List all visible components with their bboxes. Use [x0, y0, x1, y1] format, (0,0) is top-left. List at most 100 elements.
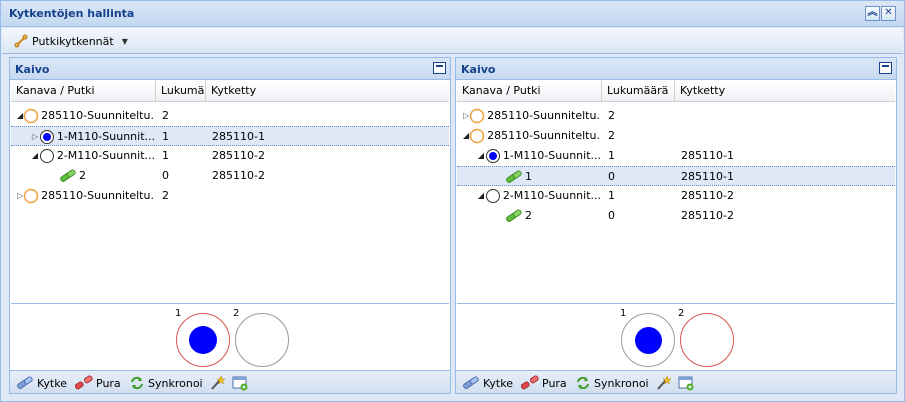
tree-row[interactable]: ▷ 285110-Suunniteltu... 2 — [457, 106, 895, 126]
column-header-count[interactable]: Lukumäärä — [602, 80, 675, 102]
row-name: 1 — [525, 170, 532, 183]
right-panel: Kaivo Kanava / Putki Lukumäärä Kytketty … — [455, 57, 897, 394]
connect-button[interactable]: Kytke — [16, 375, 67, 391]
collapse-icon[interactable]: ︽ — [865, 6, 880, 21]
tree-row[interactable]: ▷ 1-M110-Suunnit... 1 285110-1 — [11, 126, 449, 146]
cable-connector-icon — [506, 170, 522, 183]
row-name: 285110-Suunniteltu... — [487, 129, 601, 142]
right-pipe-preview: 1 2 — [457, 303, 895, 371]
left-panel: Kaivo Kanava / Putki Lukumäärä Kytketty … — [9, 57, 451, 394]
row-connected: 285110-2 — [681, 189, 734, 202]
left-tree-rows: ◢ 285110-Suunniteltu... 2 ▷ 1-M110-Suunn… — [11, 102, 449, 300]
connect-label: Kytke — [37, 376, 67, 390]
expand-open-icon[interactable]: ◢ — [31, 146, 39, 166]
tree-row[interactable]: 1 0 285110-1 — [457, 166, 895, 186]
sync-button[interactable]: Synkronoi — [575, 375, 649, 391]
dropdown-arrow-icon: ▼ — [121, 36, 128, 46]
row-connected: 285110-2 — [681, 209, 734, 222]
column-header-connected[interactable]: Kytketty — [206, 80, 449, 102]
row-count: 1 — [608, 149, 615, 162]
sync-button[interactable]: Synkronoi — [129, 375, 203, 391]
add-window-button[interactable] — [678, 375, 697, 391]
pipe-connection-icon — [14, 34, 28, 48]
disconnect-button[interactable]: Pura — [75, 375, 121, 391]
column-header-count[interactable]: Lukumäärä — [156, 80, 206, 102]
pipe-circle-selected[interactable] — [621, 313, 675, 367]
row-connected: 285110-1 — [681, 170, 734, 183]
pipe-connections-label: Putkikytkennät — [32, 34, 114, 48]
tree-row[interactable]: ◢ 285110-Suunniteltu... 2 — [11, 106, 449, 126]
row-name: 2 — [79, 169, 86, 182]
row-count: 0 — [608, 170, 615, 183]
pipe-selected-icon — [39, 130, 54, 144]
left-panel-header: Kaivo — [10, 58, 450, 80]
circle-label: 1 — [175, 308, 182, 319]
expand-open-icon[interactable]: ◢ — [477, 146, 485, 166]
add-window-icon — [232, 376, 248, 391]
close-icon[interactable]: ✕ — [881, 6, 896, 21]
pipe-circle[interactable] — [235, 313, 289, 367]
cable-connector-icon — [506, 209, 522, 222]
expand-open-icon[interactable]: ◢ — [477, 186, 485, 206]
pipe-circle-selected[interactable] — [176, 313, 230, 367]
row-count: 2 — [608, 109, 615, 122]
row-name: 2-M110-Suunnit... — [502, 189, 601, 202]
disconnect-icon — [75, 375, 93, 390]
channel-ring-icon — [23, 108, 39, 124]
pipe-ring-icon — [39, 149, 54, 163]
connect-button[interactable]: Kytke — [462, 375, 513, 391]
disconnect-icon — [521, 375, 539, 390]
add-window-button[interactable] — [232, 375, 251, 391]
magic-wand-icon — [211, 375, 225, 390]
row-connected: 285110-1 — [212, 130, 265, 143]
row-connected: 285110-1 — [681, 149, 734, 162]
magic-wand-button[interactable] — [209, 375, 228, 391]
connect-icon — [17, 376, 33, 389]
row-count: 1 — [162, 149, 169, 162]
tree-row[interactable]: 2 0 285110-2 — [457, 206, 895, 226]
window-title: Kytkentöjen hallinta — [9, 7, 135, 20]
window: Kytkentöjen hallinta ︽ ✕ Putkikytkennät … — [0, 0, 905, 402]
column-header-connected[interactable]: Kytketty — [675, 80, 895, 102]
pipe-connections-menu[interactable]: Putkikytkennät ▼ — [14, 33, 128, 49]
sync-icon — [577, 376, 589, 390]
sync-label: Synkronoi — [594, 376, 649, 390]
row-count: 1 — [162, 130, 169, 143]
magic-wand-button[interactable] — [655, 375, 674, 391]
row-name: 285110-Suunniteltu... — [41, 189, 155, 202]
row-connected: 285110-2 — [212, 169, 265, 182]
pipe-ring-icon — [485, 189, 500, 203]
row-name: 1-M110-Suunnit... — [56, 130, 155, 143]
right-grid-header: Kanava / Putki Lukumäärä Kytketty — [457, 80, 895, 102]
tree-row[interactable]: 2 0 285110-2 — [11, 166, 449, 186]
tree-row[interactable]: ◢ 2-M110-Suunnit... 1 285110-2 — [457, 186, 895, 206]
left-pipe-preview: 1 2 — [11, 303, 449, 371]
expand-closed-icon[interactable]: ▷ — [31, 127, 39, 147]
disconnect-label: Pura — [96, 376, 121, 390]
left-panel-footer: Kytke Pura Synkronoi — [10, 370, 450, 393]
right-panel-header: Kaivo — [456, 58, 896, 80]
row-count: 2 — [162, 109, 169, 122]
left-grid-header: Kanava / Putki Lukumäärä Kytketty — [11, 80, 449, 102]
pipe-circle-fill — [189, 326, 217, 354]
pipe-selected-icon — [485, 149, 500, 163]
row-name: 285110-Suunniteltu... — [41, 109, 155, 122]
tree-row[interactable]: ◢ 1-M110-Suunnit... 1 285110-1 — [457, 146, 895, 166]
pipe-circle[interactable] — [680, 313, 734, 367]
tree-row[interactable]: ▷ 285110-Suunniteltu... 2 — [11, 186, 449, 206]
pipe-circle-fill — [635, 327, 662, 354]
tree-row[interactable]: ◢ 2-M110-Suunnit... 1 285110-2 — [11, 146, 449, 166]
column-header-name[interactable]: Kanava / Putki — [457, 80, 602, 102]
row-connected: 285110-2 — [212, 149, 265, 162]
column-header-name[interactable]: Kanava / Putki — [11, 80, 156, 102]
tree-row[interactable]: ◢ 285110-Suunniteltu... 2 — [457, 126, 895, 146]
row-name: 1-M110-Suunnit... — [502, 149, 601, 162]
disconnect-button[interactable]: Pura — [521, 375, 567, 391]
minimize-icon[interactable] — [879, 62, 892, 74]
row-count: 0 — [162, 169, 169, 182]
channel-ring-icon — [469, 108, 485, 124]
connect-label: Kytke — [483, 376, 513, 390]
add-window-icon — [678, 376, 694, 391]
minimize-icon[interactable] — [433, 62, 446, 74]
row-name: 2 — [525, 209, 532, 222]
